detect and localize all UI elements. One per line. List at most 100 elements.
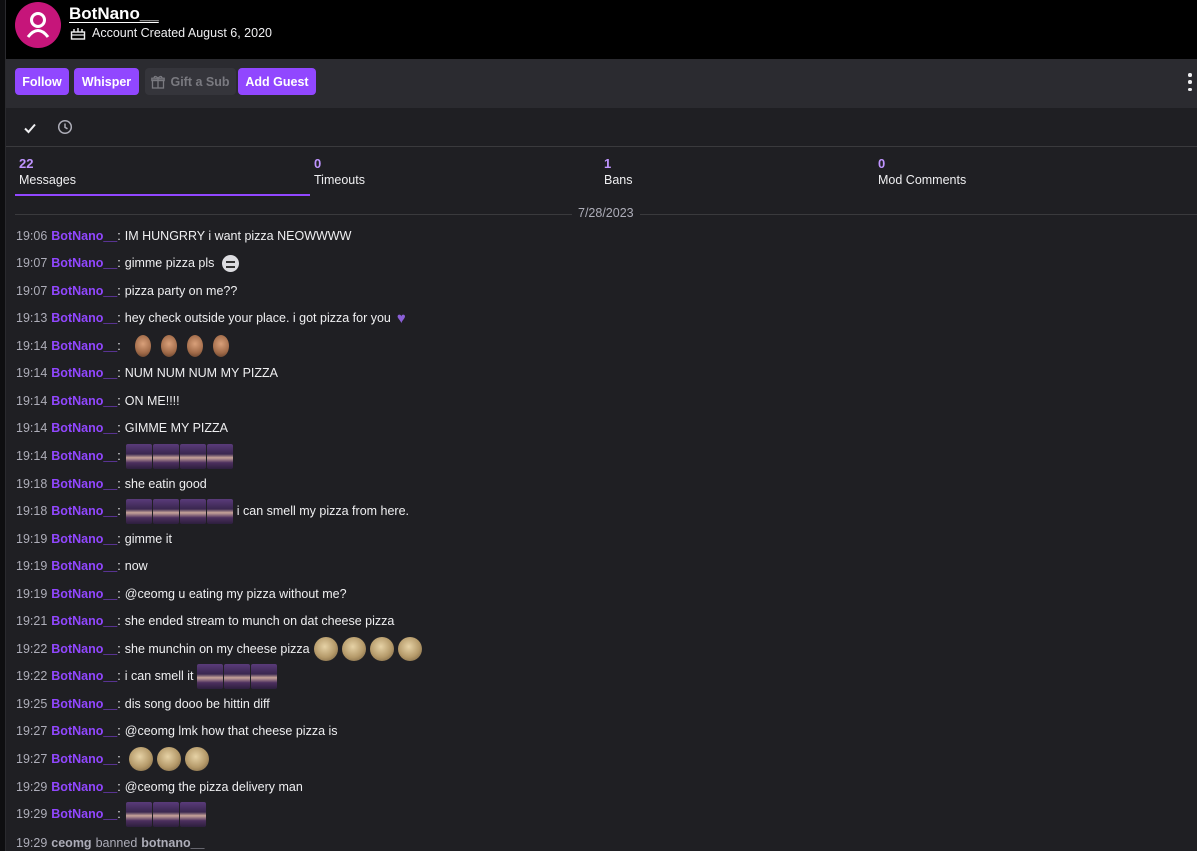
message-time: 19:06 [16,229,48,243]
emote[interactable] [186,335,203,357]
emote[interactable] [179,443,206,469]
avatar[interactable] [15,2,61,48]
message-username[interactable]: BotNano__ [51,614,117,628]
emote[interactable] [179,498,206,524]
emote[interactable] [152,443,179,469]
username-link[interactable]: BotNano__ [69,4,159,24]
message-time: 19:14 [16,394,48,408]
emote[interactable] [212,335,229,357]
chat-message: 19:27 BotNano__: @ceomg lmk how that che… [16,724,338,738]
more-vertical-icon[interactable] [1187,73,1193,91]
chat-message: 19:14 BotNano__: GIMME MY PIZZA [16,421,228,435]
emote[interactable] [125,498,152,524]
message-time: 19:27 [16,724,48,738]
message-username[interactable]: BotNano__ [51,724,117,738]
message-time: 19:25 [16,697,48,711]
message-username[interactable]: BotNano__ [51,394,117,408]
emote[interactable] [152,801,179,827]
tab-mod-comments[interactable]: 0 Mod Comments [878,155,966,189]
emote[interactable] [156,747,181,771]
user-icon [26,12,50,38]
emote[interactable] [152,498,179,524]
emote[interactable] [397,637,422,661]
emote[interactable] [125,801,152,827]
check-icon[interactable] [22,120,38,136]
message-time: 19:14 [16,421,48,435]
emote[interactable] [223,663,250,689]
chat-message: 19:14 BotNano__: NUM NUM NUM MY PIZZA [16,366,278,380]
add-guest-button[interactable]: Add Guest [238,68,316,95]
message-username[interactable]: BotNano__ [51,311,117,325]
message-text: ON ME!!!! [124,394,180,408]
message-username[interactable]: BotNano__ [51,587,117,601]
active-tab-indicator [15,194,310,196]
message-username[interactable]: BotNano__ [51,477,117,491]
message-time: 19:19 [16,587,48,601]
banned-username[interactable]: botnano__ [141,836,204,850]
tab-bans[interactable]: 1 Bans [604,155,633,189]
chat-message: 19:19 BotNano__: now [16,559,148,573]
action-bar: Follow Whisper Gift a Sub Add Guest [6,59,1197,108]
message-username[interactable]: BotNano__ [51,642,117,656]
chat-message: 19:14 BotNano__: [16,334,229,358]
ban-time: 19:29 [16,836,48,850]
message-time: 19:19 [16,559,48,573]
follow-button[interactable]: Follow [15,68,69,95]
emote[interactable] [341,637,366,661]
clock-icon[interactable] [57,119,73,135]
emote[interactable] [128,747,153,771]
message-time: 19:22 [16,642,48,656]
message-username[interactable]: BotNano__ [51,532,117,546]
stats-tabs: 22 Messages 0 Timeouts 1 Bans 0 Mod Comm… [6,147,1197,199]
message-text: NUM NUM NUM MY PIZZA [124,366,278,380]
message-username[interactable]: BotNano__ [51,807,117,821]
whisper-button[interactable]: Whisper [74,68,139,95]
mod-comments-count: 0 [878,156,886,171]
message-username[interactable]: BotNano__ [51,752,117,766]
message-text: @ceomg u eating my pizza without me? [124,587,347,601]
message-username[interactable]: BotNano__ [51,421,117,435]
emote[interactable] [206,498,233,524]
emote[interactable] [313,637,338,661]
tab-timeouts[interactable]: 0 Timeouts [314,155,365,189]
message-username[interactable]: BotNano__ [51,229,117,243]
gift-sub-button[interactable]: Gift a Sub [145,68,236,95]
emote[interactable] [134,335,151,357]
bans-count: 1 [604,156,612,171]
emote[interactable] [184,747,209,771]
purple-heart-emote[interactable]: ♥ [397,310,406,327]
tab-messages[interactable]: 22 Messages [19,155,76,189]
message-username[interactable]: BotNano__ [51,559,117,573]
chat-message: 19:29 BotNano__: @ceomg the pizza delive… [16,780,303,794]
chat-message: 19:27 BotNano__: [16,747,209,771]
message-text: she munchin on my cheese pizza [124,642,310,656]
chat-message: 19:18 BotNano__: she eatin good [16,477,207,491]
message-time: 19:14 [16,366,48,380]
emote[interactable] [160,335,177,357]
emote[interactable] [369,637,394,661]
gift-icon [151,75,166,89]
bans-label: Bans [604,173,633,187]
message-time: 19:21 [16,614,48,628]
emote[interactable] [179,801,206,827]
emote[interactable] [196,663,223,689]
message-username[interactable]: BotNano__ [51,449,117,463]
message-username[interactable]: BotNano__ [51,780,117,794]
emote[interactable] [206,443,233,469]
message-username[interactable]: BotNano__ [51,504,117,518]
emote[interactable] [125,443,152,469]
message-username[interactable]: BotNano__ [51,256,117,270]
message-username[interactable]: BotNano__ [51,669,117,683]
message-username[interactable]: BotNano__ [51,366,117,380]
message-username[interactable]: BotNano__ [51,697,117,711]
message-username[interactable]: BotNano__ [51,339,117,353]
emote[interactable] [250,663,277,689]
emote[interactable] [222,254,240,272]
message-text: @ceomg the pizza delivery man [124,780,303,794]
chat-message: 19:14 BotNano__: ON ME!!!! [16,394,180,408]
message-username[interactable]: BotNano__ [51,284,117,298]
message-text: hey check outside your place. i got pizz… [124,311,391,325]
message-text: GIMME MY PIZZA [124,421,228,435]
chat-message: 19:19 BotNano__: @ceomg u eating my pizz… [16,587,347,601]
moderator-username[interactable]: ceomg [51,836,91,850]
